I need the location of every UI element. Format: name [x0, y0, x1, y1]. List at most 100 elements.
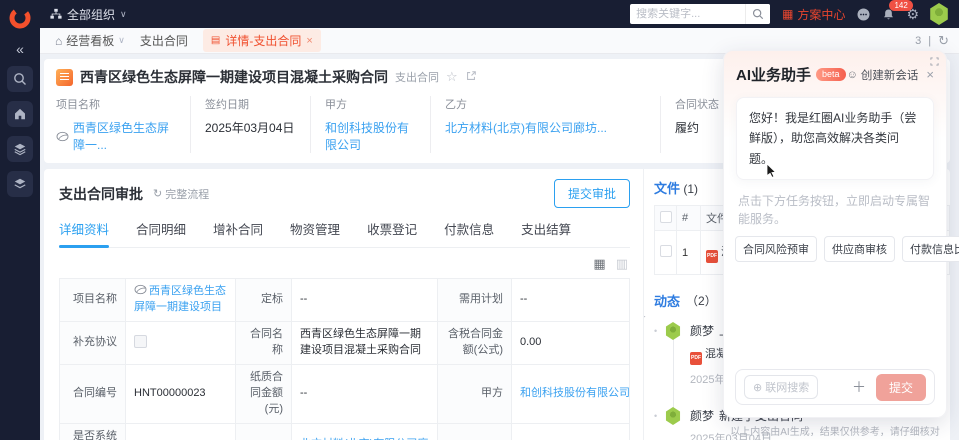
home-icon: ⌂	[55, 34, 62, 48]
cell-value: 是	[126, 423, 236, 440]
tab-payment[interactable]: 付款信息	[444, 219, 494, 247]
ai-input-bar[interactable]: ⊕ 联网搜索 ＋ 提交	[735, 369, 935, 405]
activity-user[interactable]: 颜梦	[690, 409, 714, 423]
cell-label: 是否系统模板(系统)	[60, 423, 126, 440]
chevron-down-icon: ∨	[118, 35, 125, 46]
approval-pane: 支出合同审批 ↻ 完整流程 提交审批 详细资料 合同明细 增补合同 物资管理 收…	[44, 169, 644, 440]
sidebar-home-icon[interactable]	[7, 101, 33, 127]
detail-table: 项目名称 西青区绿色生态屏障一期建设项目 定标 -- 需用计划 -- 补充协议 …	[59, 278, 630, 440]
table-row: 是否系统模板(系统) 是 乙方 北方材料(北京)有限公司廊坊分公司 签约日期 2…	[60, 423, 630, 440]
close-tab-icon[interactable]: ×	[306, 35, 312, 47]
file-index: 1	[677, 231, 701, 275]
ai-panel-header: AI业务助手 beta ☺ 创建新会话 ×	[724, 51, 946, 90]
mouse-cursor	[766, 163, 777, 181]
web-search-label: 联网搜索	[765, 379, 809, 395]
smiley-icon: ☺	[847, 69, 858, 81]
field-label: 签约日期	[205, 96, 300, 112]
tab-settlement[interactable]: 支出结算	[521, 219, 571, 247]
ai-disclaimer: 以上内容由AI生成，结果仅供参考，请仔细核对	[723, 423, 947, 438]
close-icon[interactable]: ×	[926, 67, 934, 82]
table-toolbar: ▦ ▥	[59, 248, 630, 278]
col-index: #	[677, 206, 701, 231]
notifications-bell-icon[interactable]: 142	[882, 8, 895, 21]
web-search-toggle[interactable]: ⊕ 联网搜索	[744, 375, 818, 399]
task-supplier-audit-button[interactable]: 供应商审核	[824, 236, 895, 262]
refresh-icon[interactable]: ↻	[938, 33, 949, 49]
tab-detail-info[interactable]: 详细资料	[59, 219, 109, 247]
party-a-link[interactable]: 和创科技股份有限公司	[520, 387, 630, 399]
field-project-name: 项目名称 西青区绿色生态屏障一...	[56, 96, 190, 153]
column-view-icon[interactable]: ▥	[616, 256, 628, 272]
user-avatar[interactable]	[929, 3, 949, 25]
cell-value: 0.00	[512, 321, 630, 364]
row-checkbox[interactable]	[660, 245, 672, 257]
sidebar-search-icon[interactable]	[7, 66, 33, 92]
pdf-icon: PDF	[706, 250, 718, 263]
cell-value: --	[512, 279, 630, 322]
tab-invoice[interactable]: 收票登记	[367, 219, 417, 247]
brand-logo[interactable]	[7, 5, 33, 31]
cell-label: 需用计划	[438, 279, 512, 322]
project-link[interactable]: 西青区绿色生态屏障一...	[73, 119, 180, 153]
project-link[interactable]: 西青区绿色生态屏障一期建设项目	[134, 285, 226, 313]
ai-submit-button[interactable]: 提交	[876, 374, 926, 401]
tab-dashboard[interactable]: ⌂ 经营看板 ∨	[55, 32, 125, 49]
activity-title[interactable]: 动态	[654, 291, 680, 310]
sidebar-layers-icon[interactable]	[7, 136, 33, 162]
cell-label: 补充协议	[60, 321, 126, 364]
cell-value: HNT00000023	[126, 364, 236, 423]
globe-icon: ⊕	[753, 381, 762, 394]
cell-label: 项目名称	[60, 279, 126, 322]
files-count: (1)	[683, 182, 698, 196]
tab-expense-contract[interactable]: 支出合同	[140, 32, 188, 49]
select-all-checkbox[interactable]	[660, 211, 672, 223]
app-window: « 全部组织 ∨ ▦ 方案中心	[0, 0, 959, 440]
search-input[interactable]	[630, 8, 745, 20]
full-process-link[interactable]: ↻ 完整流程	[153, 186, 209, 202]
timeline-dot: •	[654, 411, 657, 421]
project-icon	[56, 131, 69, 142]
divider: |	[928, 35, 931, 47]
tab-detail-label: 详情-支出合同	[225, 32, 301, 49]
search-icon[interactable]	[745, 4, 770, 24]
tab-materials[interactable]: 物资管理	[290, 219, 340, 247]
task-contract-risk-button[interactable]: 合同风险预审	[735, 236, 817, 262]
activity-user[interactable]: 颜梦	[690, 324, 714, 338]
cell-value: --	[292, 279, 438, 322]
chat-icon[interactable]	[856, 7, 871, 22]
process-label: 完整流程	[165, 186, 209, 202]
table-row: 项目名称 西青区绿色生态屏障一期建设项目 定标 -- 需用计划 --	[60, 279, 630, 322]
open-external-icon[interactable]	[465, 70, 477, 85]
sidebar-collapse-icon[interactable]: «	[16, 41, 24, 57]
apps-grid-icon: ▦	[782, 8, 793, 20]
party-a-link[interactable]: 和创科技股份有限公司	[325, 119, 420, 153]
process-icon: ↻	[153, 187, 162, 200]
tab-contract-items[interactable]: 合同明细	[136, 219, 186, 247]
new-session-button[interactable]: ☺ 创建新会话	[847, 67, 919, 83]
submit-approval-button[interactable]: 提交审批	[554, 179, 630, 208]
ai-hint-text: 点击下方任务按钮，立即启动专属智能服务。	[738, 192, 932, 228]
tab-detail-active[interactable]: ▤ 详情-支出合同 ×	[203, 29, 321, 52]
solution-center-label: 方案中心	[797, 6, 845, 23]
tab-supplement[interactable]: 增补合同	[213, 219, 263, 247]
rail-collapse-handle[interactable]: ▸	[644, 311, 646, 322]
sidebar-stack-icon[interactable]	[7, 171, 33, 197]
files-title[interactable]: 文件	[654, 181, 680, 196]
solution-center-button[interactable]: ▦ 方案中心	[782, 6, 845, 23]
add-attachment-icon[interactable]: ＋	[852, 377, 866, 397]
topbar: 全部组织 ∨ ▦ 方案中心 142 ⚙	[40, 0, 959, 28]
sidebar: «	[0, 0, 40, 440]
new-session-label: 创建新会话	[861, 67, 919, 83]
cell-label: 合同编号	[60, 364, 126, 423]
expand-icon[interactable]	[930, 55, 939, 69]
star-icon[interactable]: ☆	[446, 69, 458, 85]
pdf-icon: PDF	[690, 352, 702, 365]
notification-badge: 142	[889, 0, 912, 11]
detail-tabs: 详细资料 合同明细 增补合同 物资管理 收票登记 付款信息 支出结算	[59, 219, 630, 248]
task-payment-compare-button[interactable]: 付款信息比对	[902, 236, 959, 262]
org-selector[interactable]: 全部组织 ∨	[50, 6, 127, 23]
org-label: 全部组织	[67, 6, 115, 23]
supplement-checkbox[interactable]	[134, 335, 147, 348]
party-b-link[interactable]: 北方材料(北京)有限公司廊坊...	[445, 119, 607, 136]
grid-view-icon[interactable]: ▦	[593, 256, 605, 272]
